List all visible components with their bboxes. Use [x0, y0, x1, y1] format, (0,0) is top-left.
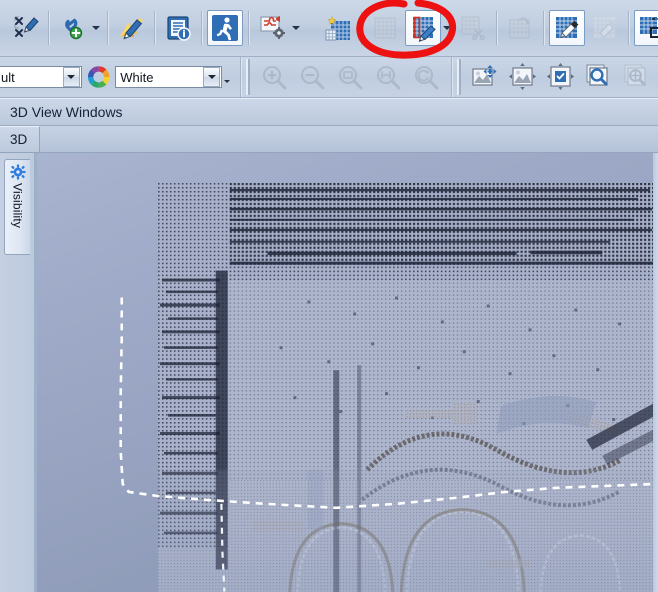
view-tabstrip: 3D: [0, 126, 658, 153]
application-window: ult White: [0, 0, 658, 592]
edit-annotation-icon[interactable]: [113, 10, 149, 46]
color-select-arrow[interactable]: [203, 67, 220, 87]
zoom-window-icon[interactable]: [332, 59, 368, 95]
zoom-target-icon[interactable]: [619, 59, 655, 95]
center-view-icon[interactable]: [543, 59, 579, 95]
toolbar-separator: [628, 11, 629, 45]
fence-select-icon[interactable]: [634, 10, 658, 46]
crop-cloud-icon[interactable]: [367, 10, 403, 46]
zoom-in-icon[interactable]: [256, 59, 292, 95]
toolbar-separator: [107, 11, 108, 45]
cut-cloud-icon[interactable]: [455, 10, 491, 46]
zoom-out-icon[interactable]: [294, 59, 330, 95]
toolbar-gripper-3[interactable]: [246, 59, 250, 95]
measure-group: [4, 5, 305, 51]
toolbar-separator: [248, 11, 249, 45]
toolbar-separator: [240, 57, 241, 97]
point-cloud-points: [158, 171, 658, 592]
walkthrough-icon[interactable]: [207, 10, 243, 46]
toolbar-separator: [361, 11, 362, 45]
toolbar-overflow-button[interactable]: [222, 63, 231, 99]
viewport-right-edge: [653, 153, 658, 592]
paint-cloud-icon[interactable]: [549, 10, 585, 46]
toolbar-separator: [451, 57, 452, 97]
zoom-extents-icon[interactable]: [370, 59, 406, 95]
edit-cloud-region-icon[interactable]: [405, 10, 441, 46]
toolbar-separator: [48, 11, 49, 45]
sidebar-tab-visibility-label: Visibility: [11, 183, 25, 228]
toolbar-row-primary: [0, 0, 658, 57]
pan-view-icon[interactable]: [467, 59, 503, 95]
settings-link-dropdown-arrow[interactable]: [291, 10, 300, 46]
toolbar-gripper-4[interactable]: [457, 59, 461, 95]
undo-cloud-icon[interactable]: [502, 10, 538, 46]
tab-3d-label: 3D: [10, 132, 27, 147]
color-select[interactable]: White: [115, 66, 222, 88]
toolbar-separator: [543, 11, 544, 45]
panel-title: 3D View Windows: [0, 98, 658, 126]
color-select-value: White: [116, 70, 203, 85]
toolbar-row-secondary: ult White: [0, 57, 658, 98]
report-info-icon[interactable]: [160, 10, 196, 46]
left-sidebar: Visibility: [0, 153, 35, 592]
work-area: Visibility: [0, 153, 658, 592]
find-view-icon[interactable]: [581, 59, 617, 95]
erase-cloud-icon[interactable]: [587, 10, 623, 46]
color-wheel-icon[interactable]: [86, 64, 111, 90]
toolbar-separator: [201, 11, 202, 45]
layer-select-value: ult: [0, 70, 63, 85]
tab-3d[interactable]: 3D: [0, 126, 40, 152]
edit-cloud-region-dropdown-arrow[interactable]: [442, 10, 451, 46]
zoom-previous-icon[interactable]: [408, 59, 444, 95]
link-add-icon[interactable]: [54, 10, 90, 46]
point-cloud-viewport[interactable]: [35, 153, 658, 592]
new-cloud-icon[interactable]: [320, 10, 356, 46]
link-add-dropdown-arrow[interactable]: [91, 10, 100, 46]
sidebar-tab-visibility[interactable]: Visibility: [4, 159, 30, 255]
gear-icon: [10, 164, 26, 180]
settings-link-icon[interactable]: [254, 10, 290, 46]
layer-select[interactable]: ult: [0, 66, 82, 88]
delete-points-icon[interactable]: [7, 10, 43, 46]
toolbar-separator: [496, 11, 497, 45]
layer-select-arrow[interactable]: [63, 67, 80, 87]
cloud-edit-group: [317, 5, 658, 51]
toolbar-separator: [154, 11, 155, 45]
zoom-group: [253, 54, 447, 100]
point-cloud-render: [158, 171, 658, 592]
view-group: [464, 54, 658, 100]
fit-view-icon[interactable]: [505, 59, 541, 95]
